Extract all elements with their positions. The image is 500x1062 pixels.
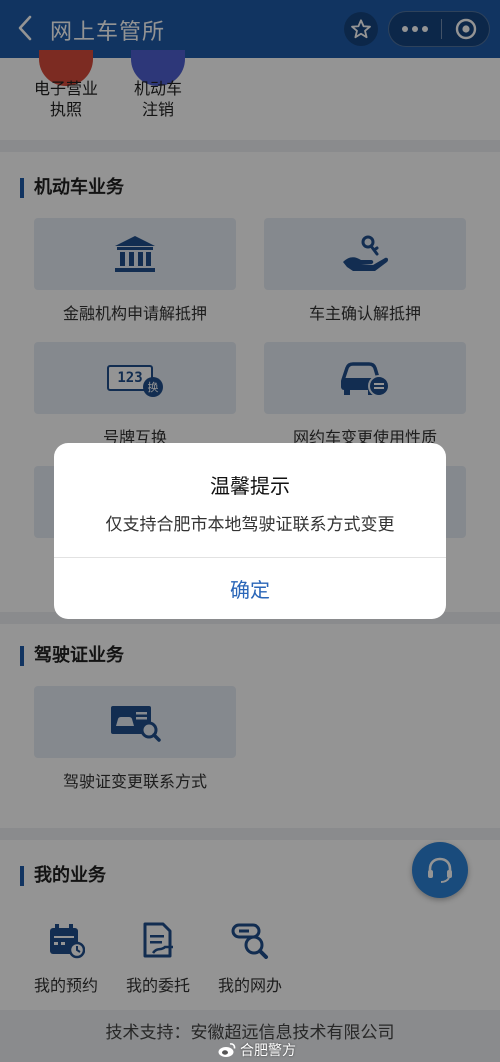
watermark-text: 合肥警方 xyxy=(240,1043,296,1059)
weibo-icon xyxy=(218,1043,236,1057)
confirm-button[interactable]: 确定 xyxy=(54,558,446,619)
dialog-title: 温馨提示 xyxy=(210,474,290,498)
dialog-message: 仅支持合肥市本地驾驶证联系方式变更 xyxy=(105,515,395,535)
tip-dialog: 温馨提示 仅支持合肥市本地驾驶证联系方式变更 确定 xyxy=(54,443,446,619)
watermark: 合肥警方 xyxy=(218,1040,296,1060)
